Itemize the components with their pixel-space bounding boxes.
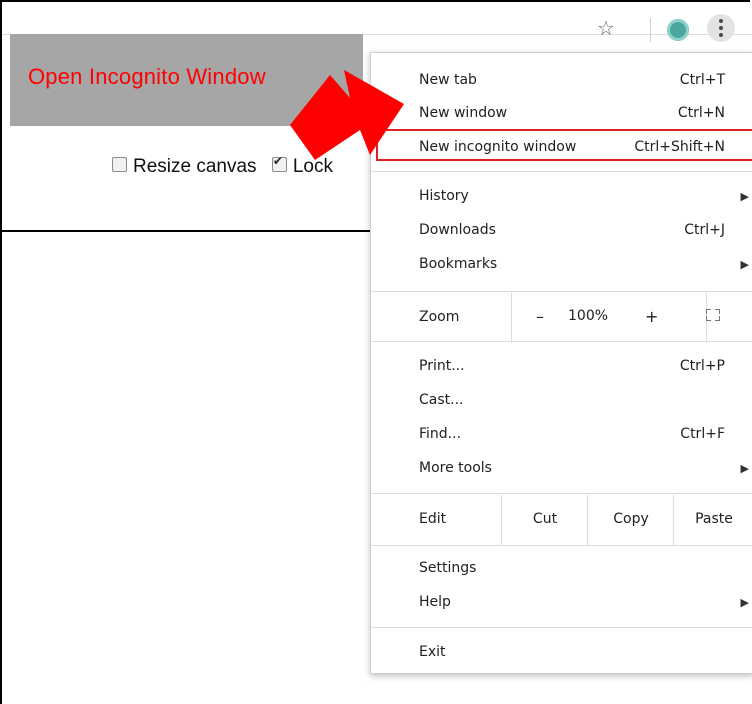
red-arrow-shape (290, 70, 404, 160)
annotation-arrow (290, 70, 404, 160)
